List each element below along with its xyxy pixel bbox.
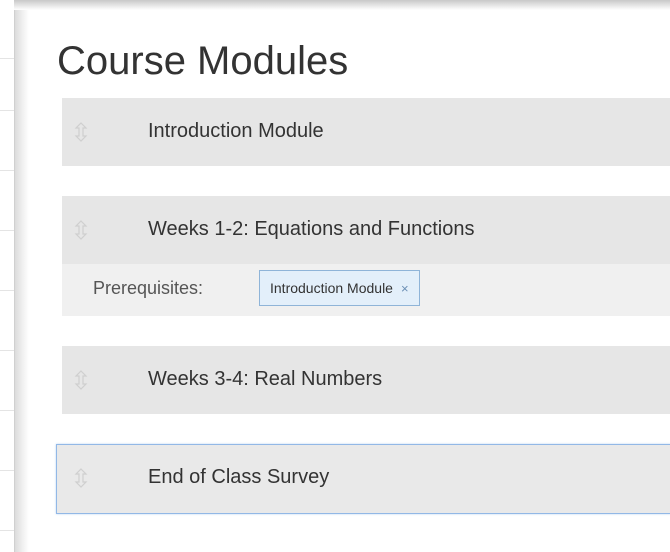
rail-divider (0, 290, 14, 291)
module-bar[interactable]: Introduction Module (62, 98, 670, 166)
prerequisites-label: Prerequisites: (93, 278, 204, 298)
drag-handle-icon[interactable] (74, 468, 88, 488)
panel-shadow (15, 0, 29, 552)
module-label[interactable]: Weeks 3-4: Real Numbers (148, 368, 382, 391)
rail-divider (0, 170, 14, 171)
close-icon[interactable]: × (401, 281, 409, 296)
rail-divider (0, 470, 14, 471)
module-item-end-of-class-survey[interactable]: End of Class Survey (56, 444, 670, 514)
module-label[interactable]: Introduction Module (148, 120, 324, 143)
rail-divider (0, 530, 14, 531)
module-bar[interactable]: End of Class Survey (57, 445, 670, 513)
left-rail (0, 0, 15, 552)
prerequisites-row: Prerequisites: Introduction Module × (62, 264, 670, 316)
drag-handle-icon[interactable] (74, 122, 88, 142)
module-item-introduction[interactable]: Introduction Module (62, 98, 670, 166)
prerequisite-chip[interactable]: Introduction Module × (259, 270, 420, 306)
module-item-weeks-3-4[interactable]: Weeks 3-4: Real Numbers (62, 346, 670, 414)
rail-divider (0, 230, 14, 231)
page-title: Course Modules (57, 39, 349, 83)
rail-divider (0, 350, 14, 351)
module-label[interactable]: Weeks 1-2: Equations and Functions (148, 218, 474, 241)
rail-divider (0, 110, 14, 111)
module-item-weeks-1-2[interactable]: Weeks 1-2: Equations and Functions Prere… (62, 196, 670, 316)
drag-handle-icon[interactable] (74, 370, 88, 390)
drag-handle-icon[interactable] (74, 220, 88, 240)
module-bar[interactable]: Weeks 1-2: Equations and Functions (62, 196, 670, 264)
rail-divider (0, 58, 14, 59)
module-bar[interactable]: Weeks 3-4: Real Numbers (62, 346, 670, 414)
module-label[interactable]: End of Class Survey (148, 466, 329, 489)
panel-top-shadow (14, 0, 670, 10)
rail-divider (0, 410, 14, 411)
prerequisite-chip-label: Introduction Module (270, 280, 393, 296)
course-modules-panel: Course Modules Introduction Module Weeks… (29, 10, 670, 552)
